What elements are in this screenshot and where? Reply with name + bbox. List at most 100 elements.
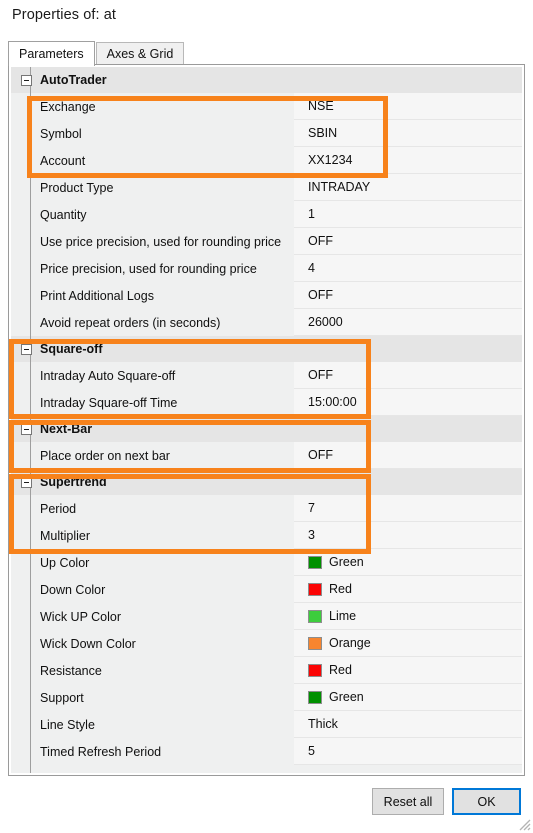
property-value-label: Red [329, 663, 352, 677]
property-value-label: Orange [329, 636, 371, 650]
property-group-header[interactable]: Supertrend [11, 469, 522, 495]
property-row[interactable]: Place order on next bar OFF [11, 442, 522, 469]
property-value-cell[interactable]: Orange [294, 630, 522, 657]
property-name-label: Period [40, 501, 77, 516]
property-name-cell: Next-Bar [11, 416, 294, 442]
property-name-cell: Use price precision, used for rounding p… [11, 228, 294, 255]
collapse-minus-icon[interactable] [21, 476, 32, 488]
collapse-minus-icon[interactable] [21, 74, 32, 86]
property-name-label: Multiplier [40, 528, 91, 543]
property-value-cell[interactable]: 15:00:00 [294, 389, 522, 416]
property-value-cell[interactable]: NSE [294, 93, 522, 120]
property-row[interactable]: Line Style Thick [11, 711, 522, 738]
property-name-label: Line Style [40, 717, 95, 732]
property-name-label: Down Color [40, 582, 106, 597]
property-name-cell: Wick UP Color [11, 603, 294, 630]
property-row[interactable]: Use price precision, used for rounding p… [11, 228, 522, 255]
property-value-cell[interactable]: Green [294, 684, 522, 711]
property-value-label: Red [329, 582, 352, 596]
property-value-label: Lime [329, 609, 357, 623]
property-row[interactable]: Quantity 1 [11, 201, 522, 228]
property-name-label: Print Additional Logs [40, 288, 154, 303]
property-value-cell[interactable]: 1 [294, 201, 522, 228]
property-value-cell[interactable]: XX1234 [294, 147, 522, 174]
property-name-cell: Multiplier [11, 522, 294, 549]
property-value-label: OFF [308, 288, 333, 302]
property-row[interactable]: Intraday Square-off Time 15:00:00 [11, 389, 522, 416]
property-name-cell: Period [11, 495, 294, 522]
property-value-cell [294, 416, 522, 442]
property-value-cell[interactable]: Red [294, 657, 522, 684]
property-value-cell[interactable]: Green [294, 549, 522, 576]
color-swatch-icon [308, 636, 322, 650]
property-value-cell[interactable]: Lime [294, 603, 522, 630]
ok-button[interactable]: OK [452, 788, 521, 815]
property-name-label: Support [40, 690, 84, 705]
property-value-cell[interactable]: INTRADAY [294, 174, 522, 201]
property-group-header[interactable]: Square-off [11, 336, 522, 362]
properties-grid-panel: AutoTrader Exchange NSE Symbol SBIN Account XX… [8, 64, 525, 776]
property-row[interactable]: Avoid repeat orders (in seconds) 26000 [11, 309, 522, 336]
property-name-cell: Resistance [11, 657, 294, 684]
property-row[interactable]: Wick Down Color Orange [11, 630, 522, 657]
property-value-label: INTRADAY [308, 180, 371, 194]
property-group-header[interactable]: Next-Bar [11, 416, 522, 442]
property-value-label: 7 [308, 501, 315, 515]
property-name-cell: Avoid repeat orders (in seconds) [11, 309, 294, 336]
property-value-cell[interactable]: OFF [294, 442, 522, 469]
property-value-cell[interactable]: OFF [294, 362, 522, 389]
property-value-label: 5 [308, 744, 315, 758]
property-name-cell: Wick Down Color [11, 630, 294, 657]
properties-grid: AutoTrader Exchange NSE Symbol SBIN Account XX… [11, 67, 522, 773]
property-row[interactable]: Resistance Red [11, 657, 522, 684]
page-title: Properties of: at [12, 7, 117, 23]
property-name-label: Quantity [40, 207, 87, 222]
property-value-cell[interactable]: 5 [294, 738, 522, 765]
reset-all-button[interactable]: Reset all [372, 788, 444, 815]
property-name-label: Up Color [40, 555, 90, 570]
property-row[interactable]: Symbol SBIN [11, 120, 522, 147]
property-value-label: 4 [308, 261, 315, 275]
property-name-label: Supertrend [40, 475, 107, 489]
property-value-cell[interactable]: Thick [294, 711, 522, 738]
property-value-cell[interactable]: SBIN [294, 120, 522, 147]
property-value-label: OFF [308, 448, 333, 462]
property-value-label: 1 [308, 207, 315, 221]
property-name-label: Wick UP Color [40, 609, 122, 624]
property-name-label: AutoTrader [40, 73, 107, 87]
property-row[interactable]: Intraday Auto Square-off OFF [11, 362, 522, 389]
property-value-cell[interactable]: 3 [294, 522, 522, 549]
tab-axes-grid[interactable]: Axes & Grid [95, 42, 185, 65]
property-name-label: Symbol [40, 126, 82, 141]
color-swatch-icon [308, 609, 322, 623]
property-group-header[interactable]: AutoTrader [11, 67, 522, 93]
property-row[interactable]: Print Additional Logs OFF [11, 282, 522, 309]
property-row[interactable]: Multiplier 3 [11, 522, 522, 549]
collapse-minus-icon[interactable] [21, 343, 32, 355]
property-name-cell: AutoTrader [11, 67, 294, 93]
property-value-cell[interactable]: 7 [294, 495, 522, 522]
property-name-cell: Quantity [11, 201, 294, 228]
property-row[interactable]: Account XX1234 [11, 147, 522, 174]
property-value-cell[interactable]: 26000 [294, 309, 522, 336]
property-row[interactable]: Down Color Red [11, 576, 522, 603]
property-row[interactable]: Period 7 [11, 495, 522, 522]
dialog-button-bar: Reset all OK [0, 788, 533, 822]
resize-grip-icon[interactable] [517, 817, 531, 831]
property-value-cell [294, 67, 522, 93]
property-value-cell[interactable]: Red [294, 576, 522, 603]
property-row[interactable]: Timed Refresh Period 5 [11, 738, 522, 765]
property-row[interactable]: Up Color Green [11, 549, 522, 576]
property-value-cell[interactable]: OFF [294, 228, 522, 255]
property-name-label: Use price precision, used for rounding p… [40, 234, 282, 249]
property-row[interactable]: Wick UP Color Lime [11, 603, 522, 630]
property-value-cell[interactable]: OFF [294, 282, 522, 309]
property-row[interactable]: Price precision, used for rounding price… [11, 255, 522, 282]
property-value-cell[interactable]: 4 [294, 255, 522, 282]
property-row[interactable]: Support Green [11, 684, 522, 711]
property-row[interactable]: Product Type INTRADAY [11, 174, 522, 201]
collapse-minus-icon[interactable] [21, 423, 32, 435]
property-name-cell: Down Color [11, 576, 294, 603]
tab-parameters[interactable]: Parameters [8, 41, 95, 66]
property-row[interactable]: Exchange NSE [11, 93, 522, 120]
